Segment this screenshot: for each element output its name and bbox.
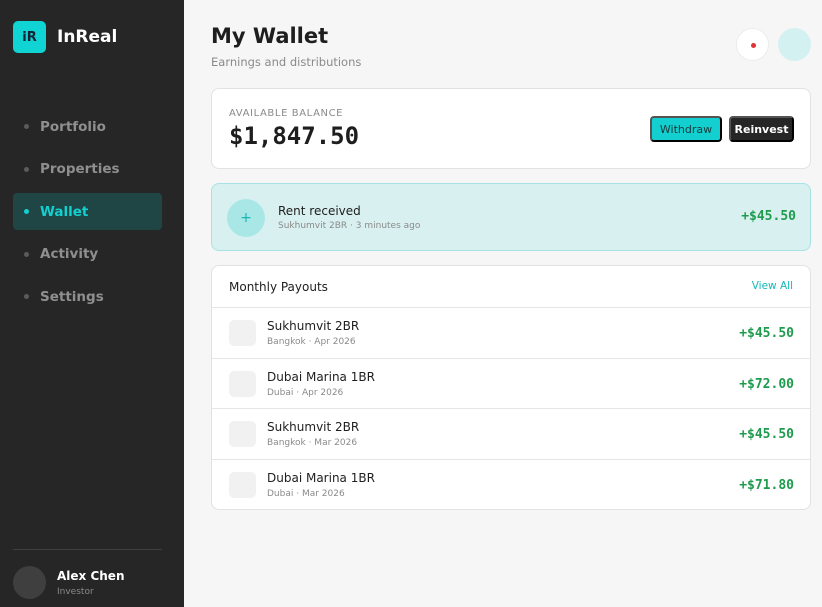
sidebar: iR InReal Portfolio Properties Wallet Ac… (0, 0, 184, 607)
bullet-icon (24, 124, 29, 129)
brand[interactable]: iR InReal (13, 21, 117, 53)
sidebar-item-label: Properties (40, 161, 120, 177)
balance-card: AVAILABLE BALANCE $1,847.50 Withdraw Rei… (211, 88, 811, 169)
payout-amount: +$72.00 (739, 376, 794, 392)
monthly-payouts-card: Monthly Payouts View All Sukhumvit 2BR B… (211, 265, 811, 510)
sidebar-item-settings[interactable]: Settings (13, 278, 162, 315)
payout-meta: Bangkok · Mar 2026 (267, 438, 358, 448)
rent-received-banner: + Rent received Sukhumvit 2BR · 3 minute… (211, 183, 811, 251)
bullet-icon (24, 209, 29, 214)
list-item[interactable]: Sukhumvit 2BR Bangkok · Apr 2026 +$45.50 (212, 308, 810, 359)
brand-name: InReal (57, 27, 118, 47)
bullet-icon (24, 166, 29, 172)
property-thumbnail (229, 370, 256, 397)
user-profile[interactable]: Alex Chen Investor (13, 566, 125, 599)
notification-dot-icon (751, 43, 756, 48)
sidebar-item-properties[interactable]: Properties (13, 151, 162, 188)
payout-meta: Bangkok · Apr 2026 (267, 337, 356, 347)
property-thumbnail (229, 320, 256, 346)
view-all-link[interactable]: View All (752, 280, 793, 292)
plus-icon: + (227, 199, 265, 237)
divider (13, 549, 162, 550)
balance-value: $1,847.50 (229, 122, 360, 150)
avatar (13, 566, 46, 599)
payout-property: Dubai Marina 1BR (267, 369, 375, 384)
bullet-icon (24, 294, 29, 299)
payout-meta: Dubai · Mar 2026 (267, 488, 345, 499)
page-subtitle: Earnings and distributions (211, 55, 362, 69)
payouts-title: Monthly Payouts (229, 280, 328, 294)
sidebar-item-label: Wallet (40, 203, 89, 220)
notification-title: Rent received (278, 204, 361, 218)
sidebar-item-wallet[interactable]: Wallet (13, 193, 162, 230)
list-item[interactable]: Dubai Marina 1BR Dubai · Mar 2026 +$71.8… (212, 460, 810, 510)
payout-amount: +$45.50 (739, 326, 794, 341)
user-role: Investor (57, 586, 94, 597)
withdraw-button[interactable]: Withdraw (650, 116, 722, 142)
list-item[interactable]: Sukhumvit 2BR Bangkok · Mar 2026 +$45.50 (212, 409, 810, 460)
payout-meta: Dubai · Apr 2026 (267, 387, 344, 398)
payout-property: Sukhumvit 2BR (267, 319, 360, 333)
balance-label: AVAILABLE BALANCE (229, 108, 344, 119)
user-info: Alex Chen Investor (57, 569, 125, 597)
notification-amount: +$45.50 (741, 209, 796, 224)
profile-button[interactable] (778, 28, 811, 61)
payout-amount: +$45.50 (739, 427, 794, 442)
notifications-button[interactable] (736, 28, 769, 61)
payout-property: Sukhumvit 2BR (267, 420, 360, 434)
sidebar-item-activity[interactable]: Activity (13, 236, 162, 273)
payout-amount: +$71.80 (739, 477, 794, 493)
list-item[interactable]: Dubai Marina 1BR Dubai · Apr 2026 +$72.0… (212, 359, 810, 409)
notification-subtitle: Sukhumvit 2BR · 3 minutes ago (278, 221, 421, 231)
property-thumbnail (229, 421, 256, 447)
payouts-header: Monthly Payouts View All (212, 266, 810, 308)
bullet-icon (24, 251, 29, 257)
sidebar-item-label: Settings (40, 288, 104, 305)
sidebar-item-label: Portfolio (40, 118, 106, 135)
property-thumbnail (229, 471, 256, 498)
page-title: My Wallet (211, 24, 329, 48)
brand-logo: iR (13, 21, 46, 53)
sidebar-nav: Portfolio Properties Wallet Activity Set… (13, 108, 162, 321)
reinvest-button[interactable]: Reinvest (729, 116, 794, 142)
sidebar-item-label: Activity (40, 246, 99, 262)
payout-property: Dubai Marina 1BR (267, 470, 375, 485)
sidebar-item-portfolio[interactable]: Portfolio (13, 108, 162, 145)
user-name: Alex Chen (57, 568, 125, 583)
